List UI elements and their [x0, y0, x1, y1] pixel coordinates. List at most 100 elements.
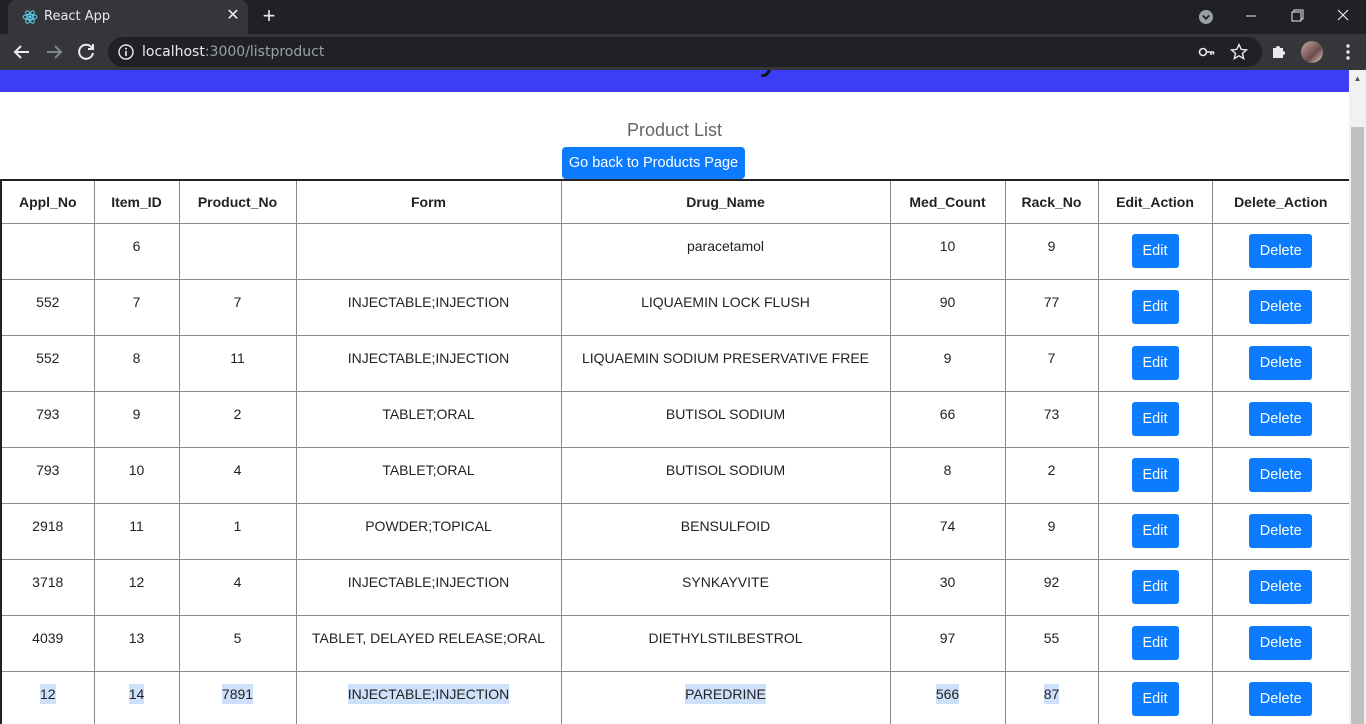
- edit-button[interactable]: Edit: [1131, 346, 1179, 380]
- header-product-no: Product_No: [178, 179, 297, 224]
- edit-button[interactable]: Edit: [1131, 290, 1179, 324]
- close-tab-icon[interactable]: ✕: [224, 7, 242, 25]
- cell-drug-name: LIQUAEMIN SODIUM PRESERVATIVE FREE: [560, 334, 891, 392]
- vertical-scrollbar[interactable]: ▲: [1349, 70, 1366, 724]
- cell-product-no: 5: [178, 614, 297, 672]
- scrollbar-thumb[interactable]: [1351, 127, 1364, 724]
- tab-search-icon[interactable]: [1198, 9, 1214, 25]
- key-icon[interactable]: [1198, 44, 1216, 60]
- cell-form: TABLET, DELAYED RELEASE;ORAL: [295, 614, 562, 672]
- delete-button[interactable]: Delete: [1249, 234, 1313, 268]
- tab-title: React App: [44, 9, 111, 24]
- scroll-up-arrow-icon[interactable]: ▲: [1349, 70, 1366, 87]
- address-bar[interactable]: localhost:3000/listproduct: [108, 37, 1262, 67]
- restore-icon[interactable]: [1274, 0, 1320, 32]
- cell-edit-action: Edit: [1097, 278, 1213, 336]
- cell-delete-action: Delete: [1211, 502, 1351, 560]
- cell-form: INJECTABLE;INJECTION: [295, 558, 562, 616]
- delete-button[interactable]: Delete: [1249, 570, 1313, 604]
- cell-med-count: 74: [889, 502, 1006, 560]
- edit-button[interactable]: Edit: [1131, 402, 1179, 436]
- cell-drug-name: PAREDRINE: [560, 670, 891, 724]
- extensions-puzzle-icon[interactable]: [1270, 42, 1288, 60]
- cell-product-no: [178, 222, 297, 280]
- cell-med-count: 66: [889, 390, 1006, 448]
- browser-tab[interactable]: React App ✕: [8, 0, 248, 34]
- minimize-icon[interactable]: [1228, 0, 1274, 32]
- cell-edit-action: Edit: [1097, 558, 1213, 616]
- cell-product-no: 7: [178, 278, 297, 336]
- table-header-row: Appl_No Item_ID Product_No Form Drug_Nam…: [0, 179, 1351, 224]
- cell-appl-no: 4039: [0, 614, 95, 672]
- table-row: 552 8 11 INJECTABLE;INJECTION LIQUAEMIN SODI…: [0, 334, 1351, 392]
- forward-icon[interactable]: [42, 40, 66, 64]
- profile-avatar[interactable]: [1301, 41, 1323, 63]
- cell-edit-action: Edit: [1097, 614, 1213, 672]
- edit-button[interactable]: Edit: [1131, 458, 1179, 492]
- cell-delete-action: Delete: [1211, 670, 1351, 724]
- header-delete-action: Delete_Action: [1211, 179, 1351, 224]
- cell-product-no: 11: [178, 334, 297, 392]
- delete-button[interactable]: Delete: [1249, 681, 1313, 716]
- back-icon[interactable]: [10, 40, 34, 64]
- cell-drug-name: BUTISOL SODIUM: [560, 446, 891, 504]
- cell-product-no: 1: [178, 502, 297, 560]
- cell-delete-action: Delete: [1211, 222, 1351, 280]
- site-info-icon[interactable]: [118, 44, 134, 60]
- cell-form: INJECTABLE;INJECTION: [295, 670, 562, 724]
- edit-button[interactable]: Edit: [1131, 514, 1179, 548]
- cell-appl-no: 3718: [0, 558, 95, 616]
- table-row: 12 14 7891 INJECTABLE;INJECTION PAREDRINE 566…: [0, 670, 1351, 724]
- more-menu-icon[interactable]: [1338, 42, 1358, 62]
- back-to-products-button[interactable]: Go back to Products Page: [562, 147, 745, 179]
- table-row: 552 7 7 INJECTABLE;INJECTION LIQUAEMIN LOCK …: [0, 278, 1351, 336]
- edit-button[interactable]: Edit: [1131, 570, 1179, 604]
- cell-delete-action: Delete: [1211, 614, 1351, 672]
- bookmark-star-icon[interactable]: [1230, 43, 1248, 61]
- delete-button[interactable]: Delete: [1249, 346, 1313, 380]
- cell-rack-no: 55: [1004, 614, 1099, 672]
- close-window-icon[interactable]: [1320, 0, 1366, 32]
- table-row: 3718 12 4 INJECTABLE;INJECTION SYNKAYVITE 30 9…: [0, 558, 1351, 616]
- cell-edit-action: Edit: [1097, 670, 1213, 724]
- cell-form: INJECTABLE;INJECTION: [295, 278, 562, 336]
- cell-rack-no: 77: [1004, 278, 1099, 336]
- cell-drug-name: BENSULFOID: [560, 502, 891, 560]
- cell-item-id: 14: [93, 670, 180, 724]
- table-row: 793 9 2 TABLET;ORAL BUTISOL SODIUM 66 73 Edit De…: [0, 390, 1351, 448]
- edit-button[interactable]: Edit: [1131, 681, 1179, 716]
- edit-button[interactable]: Edit: [1131, 626, 1179, 660]
- cell-appl-no: 12: [0, 670, 95, 724]
- page-viewport: PharmaBase - Powered by ASCENDERS Produc…: [0, 70, 1366, 724]
- tab-strip: React App ✕ +: [0, 0, 1366, 34]
- reload-icon[interactable]: [74, 40, 98, 64]
- cell-form: POWDER;TOPICAL: [295, 502, 562, 560]
- cell-delete-action: Delete: [1211, 334, 1351, 392]
- header-form: Form: [295, 179, 562, 224]
- cell-edit-action: Edit: [1097, 446, 1213, 504]
- cell-appl-no: 793: [0, 446, 95, 504]
- cell-form: INJECTABLE;INJECTION: [295, 334, 562, 392]
- delete-button[interactable]: Delete: [1249, 290, 1313, 324]
- cell-delete-action: Delete: [1211, 390, 1351, 448]
- cell-product-no: 2: [178, 390, 297, 448]
- cell-rack-no: 73: [1004, 390, 1099, 448]
- cell-rack-no: 87: [1004, 670, 1099, 724]
- cell-med-count: 30: [889, 558, 1006, 616]
- cell-med-count: 90: [889, 278, 1006, 336]
- delete-button[interactable]: Delete: [1249, 402, 1313, 436]
- delete-button[interactable]: Delete: [1249, 514, 1313, 548]
- cell-item-id: 12: [93, 558, 180, 616]
- cell-delete-action: Delete: [1211, 278, 1351, 336]
- cell-drug-name: LIQUAEMIN LOCK FLUSH: [560, 278, 891, 336]
- new-tab-icon[interactable]: +: [258, 5, 280, 28]
- cell-product-no: 7891: [178, 670, 297, 724]
- edit-button[interactable]: Edit: [1131, 234, 1179, 268]
- delete-button[interactable]: Delete: [1249, 626, 1313, 660]
- cell-form: [295, 222, 562, 280]
- browser-toolbar: localhost:3000/listproduct: [0, 34, 1366, 70]
- cell-item-id: 7: [93, 278, 180, 336]
- cell-appl-no: [0, 222, 95, 280]
- delete-button[interactable]: Delete: [1249, 458, 1313, 492]
- header-item-id: Item_ID: [93, 179, 180, 224]
